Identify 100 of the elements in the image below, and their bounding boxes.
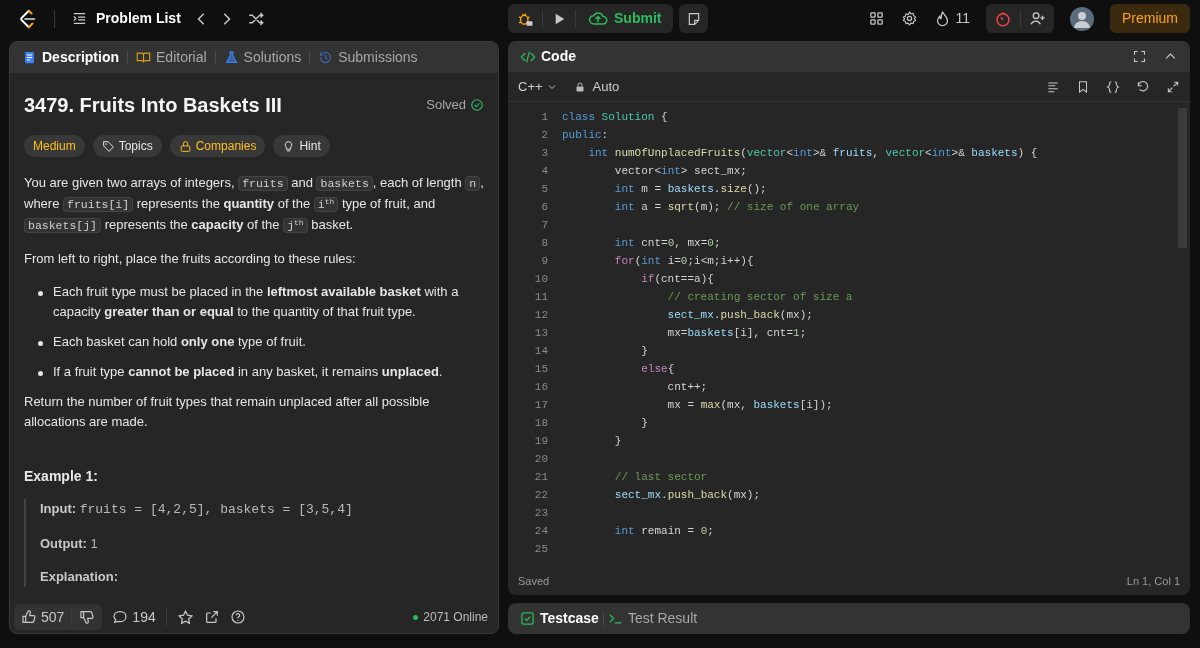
- streak-button[interactable]: 11: [934, 8, 970, 29]
- settings-button[interactable]: [901, 10, 919, 27]
- line-number: 2: [540, 128, 548, 143]
- code-line: int remain = 0;: [613, 524, 714, 539]
- expand-button[interactable]: [1166, 79, 1180, 94]
- note-button[interactable]: [679, 4, 709, 33]
- example-line: Output: 1: [40, 534, 99, 553]
- description-paragraph: From left to right, place the fruits according to these rules:: [24, 250, 357, 268]
- example-line: Explanation:: [40, 568, 119, 586]
- favorite-button[interactable]: [176, 608, 194, 626]
- problem-title: 3479. Fruits Into Baskets III: [24, 93, 282, 117]
- panel-tab[interactable]: Editorial: [132, 47, 211, 68]
- panel-tab[interactable]: Solutions: [219, 47, 306, 68]
- code-line: public:: [561, 128, 609, 143]
- document-icon: [22, 50, 37, 65]
- share-button[interactable]: [203, 609, 220, 625]
- format-icon: [1046, 79, 1060, 94]
- auto-mode-label: Auto: [592, 77, 620, 96]
- companies-tag[interactable]: Companies: [169, 135, 266, 157]
- code-line: mx = max(mx, baskets[i]);: [666, 398, 833, 413]
- code-line: int a = sqrt(m); // size of one array: [613, 200, 860, 215]
- avatar[interactable]: [1070, 6, 1094, 31]
- problem-list-link[interactable]: Problem List: [71, 8, 181, 29]
- code-line: if(cnt==a){: [640, 272, 714, 287]
- line-number: 25: [533, 542, 548, 557]
- line-number: 5: [540, 182, 548, 197]
- bullet-dot: [38, 371, 43, 376]
- panel-tab[interactable]: Testcase: [516, 608, 603, 629]
- line-number: 14: [533, 344, 548, 359]
- tag-icon: [101, 139, 115, 153]
- reset-icon: [1136, 79, 1150, 94]
- example-line: Input: fruits = [4,2,5], baskets = [3,5,4]: [40, 500, 354, 519]
- terminal-icon: [607, 611, 623, 626]
- braces-button[interactable]: [1106, 79, 1120, 94]
- code-line: // last sector: [613, 470, 708, 485]
- comments-button[interactable]: 194: [112, 606, 156, 628]
- code-line: sect_mx.push_back(mx);: [613, 488, 761, 503]
- code-line: else{: [640, 362, 675, 377]
- online-dot: [413, 614, 419, 620]
- panel-tab[interactable]: Description: [18, 47, 123, 68]
- bookmark-icon: [1076, 79, 1090, 94]
- difficulty-badge: Medium: [24, 135, 85, 157]
- topics-tag[interactable]: Topics: [92, 135, 162, 157]
- next-button[interactable]: [221, 11, 231, 26]
- help-button[interactable]: [229, 609, 246, 625]
- line-number: 23: [533, 506, 548, 521]
- line-number: 19: [533, 434, 548, 449]
- premium-button[interactable]: Premium: [1110, 4, 1190, 33]
- panel-title: Code: [541, 47, 576, 66]
- timer-icon: [994, 9, 1012, 28]
- favorite-icon: [176, 608, 194, 626]
- braces-icon: [1106, 79, 1120, 94]
- line-number: 17: [533, 398, 548, 413]
- layout-button[interactable]: [868, 10, 886, 27]
- line-number: 8: [540, 236, 548, 251]
- check-circle-icon: [470, 98, 484, 112]
- comment-icon: [112, 609, 129, 625]
- line-number: 4: [540, 164, 548, 179]
- solved-label: Solved: [426, 96, 466, 115]
- bullet-dot: [38, 341, 43, 346]
- previous-button[interactable]: [196, 11, 206, 26]
- cursor-position: Ln 1, Col 1: [1126, 573, 1180, 589]
- example-heading: Example 1:: [24, 467, 99, 486]
- help-icon: [229, 609, 246, 625]
- thumbs-up-icon: [21, 609, 37, 625]
- rule-text: Each basket can hold only one type of fruit.: [53, 333, 306, 351]
- line-number: 15: [533, 362, 548, 377]
- panel-tab[interactable]: Submissions: [314, 47, 422, 68]
- panel-tab[interactable]: Test Result: [603, 608, 702, 629]
- fullscreen-button[interactable]: [1132, 49, 1147, 64]
- expand-icon: [1166, 79, 1180, 94]
- code-line: int m = baskets.size();: [613, 182, 767, 197]
- line-number: 7: [540, 218, 548, 233]
- code-line: int cnt=0, mx=0;: [613, 236, 721, 251]
- rule-text: Each fruit type must be placed in the leftmost available basket with a capacity greater than or equal to the quantity of that fruit type.: [53, 283, 460, 321]
- line-number: 1: [540, 110, 548, 125]
- hint-tag[interactable]: Hint: [273, 135, 330, 157]
- settings-icon: [901, 10, 919, 27]
- code-line: }: [640, 416, 648, 431]
- line-number: 21: [533, 470, 548, 485]
- line-number: 11: [533, 290, 548, 305]
- description-paragraph: You are given two arrays of integers, fruits and baskets , each of length n , where fruits[i] represents the quantity of the i$^{th}$ type of fruit, and baskets[j] represents the capacity of the j$^{th}$ basket.: [24, 174, 484, 235]
- code-line: sect_mx.push_back(mx);: [666, 308, 813, 323]
- format-button[interactable]: [1046, 79, 1060, 94]
- language-select[interactable]: C++: [518, 76, 558, 97]
- code-line: mx=baskets[i], cnt=1;: [666, 326, 807, 341]
- fullscreen-icon: [1132, 49, 1147, 64]
- rule-text: If a fruit type cannot be placed in any basket, it remains unplaced.: [53, 363, 443, 381]
- flask-icon: [223, 50, 239, 65]
- previous-icon: [196, 11, 206, 26]
- code-line: class Solution {: [561, 110, 668, 125]
- code-line: cnt++;: [666, 380, 708, 395]
- line-number: 3: [540, 146, 548, 161]
- lock-icon: [178, 139, 192, 153]
- reset-button[interactable]: [1136, 79, 1150, 94]
- description-paragraph: Return the number of fruit types that remain unplaced after all possible allocations are made.: [24, 393, 431, 431]
- bookmark-button[interactable]: [1076, 79, 1090, 94]
- line-number: 24: [533, 524, 548, 539]
- share-icon: [203, 609, 220, 625]
- line-number: 13: [533, 326, 548, 341]
